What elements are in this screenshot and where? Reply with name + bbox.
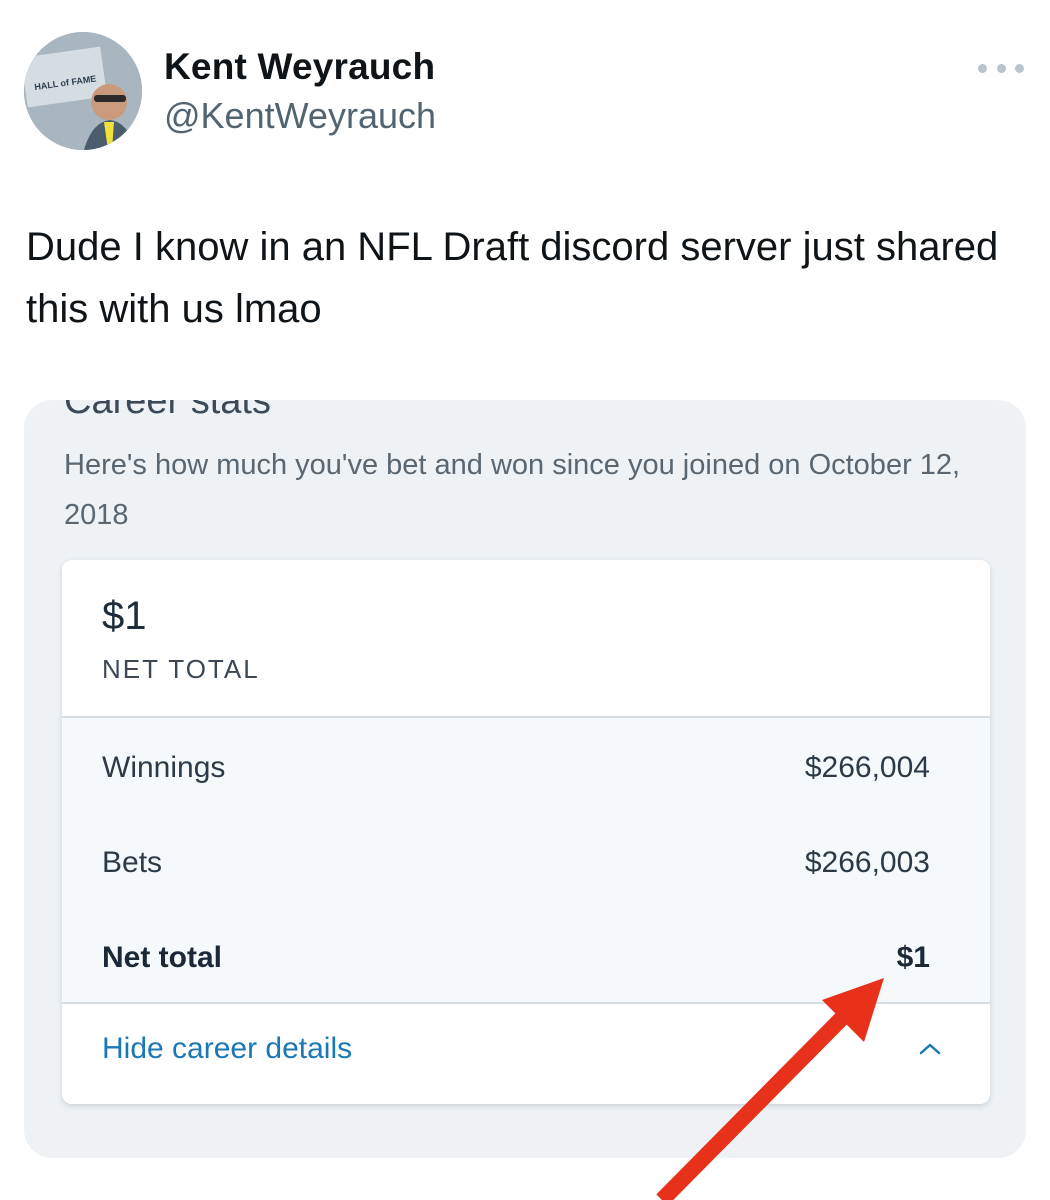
more-horizontal-icon: [978, 63, 987, 73]
hide-career-details-link[interactable]: Hide career details: [102, 1032, 352, 1066]
row-value: $1: [896, 941, 930, 974]
author-handle[interactable]: @KentWeyrauch: [164, 95, 436, 137]
chevron-up-icon[interactable]: [916, 1038, 944, 1060]
career-stats-panel: $1 NET TOTAL Winnings $266,004 Bets $266…: [62, 560, 990, 1104]
avatar-photo: HALL of FAME: [24, 32, 142, 150]
tweet-text: Dude I know in an NFL Draft discord serv…: [26, 225, 999, 331]
career-details: Winnings $266,004 Bets $266,003 Net tota…: [62, 718, 990, 1004]
card-title: Career stats: [64, 400, 271, 422]
row-label: Net total: [102, 941, 222, 974]
card-subtitle: Here's how much you've bet and won since…: [64, 449, 961, 531]
net-total-summary: $1 NET TOTAL: [62, 560, 990, 718]
row-label: Winnings: [102, 751, 226, 784]
row-value: $266,003: [804, 846, 930, 879]
net-total-amount: $1: [102, 594, 147, 638]
author-avatar[interactable]: HALL of FAME: [24, 32, 142, 150]
career-stats-card[interactable]: Career stats Here's how much you've bet …: [24, 400, 1026, 1158]
stats-row-winnings: Winnings $266,004: [102, 748, 930, 788]
stats-row-net-total: Net total $1: [102, 938, 930, 978]
row-label: Bets: [102, 846, 163, 879]
more-horizontal-icon: [1015, 63, 1024, 73]
stats-row-bets: Bets $266,003: [102, 843, 930, 883]
more-horizontal-icon: [996, 63, 1006, 73]
author-name[interactable]: Kent Weyrauch: [164, 46, 435, 88]
net-total-label: NET TOTAL: [102, 654, 260, 684]
more-options-button[interactable]: [978, 60, 1024, 76]
row-value: $266,004: [804, 751, 930, 784]
